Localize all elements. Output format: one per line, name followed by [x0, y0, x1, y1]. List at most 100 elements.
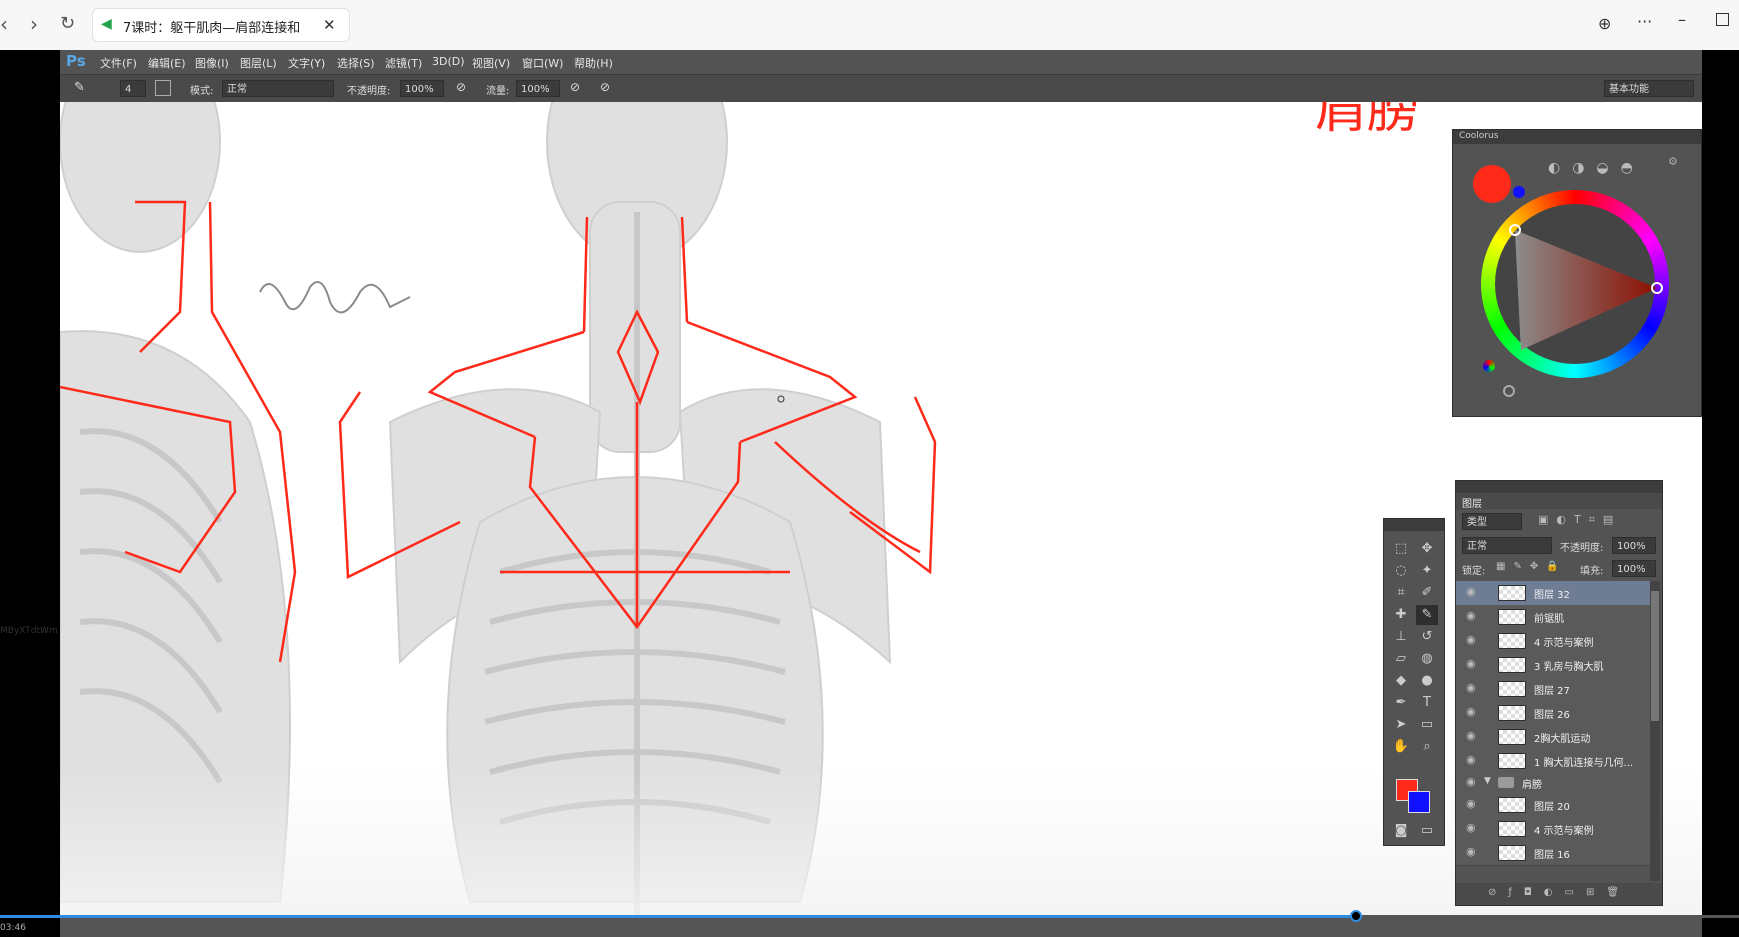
lasso-tool-icon[interactable]: ◌: [1390, 561, 1412, 581]
refresh-icon[interactable]: ↻: [60, 13, 75, 34]
type-tool-icon[interactable]: T: [1416, 693, 1438, 713]
eye-icon[interactable]: ◉: [1466, 658, 1478, 670]
eye-icon[interactable]: ◉: [1466, 798, 1478, 810]
eye-icon[interactable]: ◉: [1466, 706, 1478, 718]
chevron-left-icon[interactable]: ‹: [0, 12, 12, 36]
layer-blend-mode[interactable]: 正常: [1462, 537, 1552, 554]
quick-mask-icon[interactable]: ◙: [1390, 821, 1412, 841]
layer-row[interactable]: ◉ 图层 27: [1456, 677, 1650, 702]
menu-type[interactable]: 文字(Y): [288, 55, 325, 71]
path-select-icon[interactable]: ➤: [1390, 715, 1412, 735]
brush-tool-icon[interactable]: ✎: [74, 80, 85, 95]
gear-icon[interactable]: ⚙: [1668, 155, 1678, 168]
menu-3d[interactable]: 3D(D): [432, 55, 465, 68]
globe-icon[interactable]: ⊕: [1598, 14, 1611, 33]
dodge-tool-icon[interactable]: ●: [1416, 671, 1438, 691]
chevron-right-icon[interactable]: ›: [30, 12, 38, 36]
eye-icon[interactable]: ◉: [1466, 846, 1478, 858]
screen-mode-icon[interactable]: ▭: [1416, 821, 1438, 841]
menu-edit[interactable]: 编辑(E): [148, 55, 186, 71]
hand-tool-icon[interactable]: ✋: [1390, 737, 1412, 757]
menu-file[interactable]: 文件(F): [100, 55, 137, 71]
layer-row[interactable]: ◉ 2胸大肌运动: [1456, 725, 1650, 750]
mode-select[interactable]: 正常: [222, 80, 334, 97]
coolorus-mode-icons[interactable]: ◐◑◒◓: [1548, 160, 1668, 180]
lock-label: 锁定:: [1462, 566, 1486, 577]
eye-icon[interactable]: ◉: [1466, 776, 1478, 788]
opacity-field[interactable]: 100%: [400, 80, 444, 97]
menu-help[interactable]: 帮助(H): [574, 55, 613, 71]
speaker-icon[interactable]: ◀: [101, 17, 115, 31]
layer-row[interactable]: ◉ 图层 32: [1456, 581, 1650, 606]
restore-icon[interactable]: [1716, 13, 1729, 26]
menu-filter[interactable]: 滤镜(T): [385, 55, 422, 71]
layers-scrollbar[interactable]: [1650, 581, 1660, 881]
swatch-toggle-icon[interactable]: [1503, 385, 1515, 397]
brush-panel-icon[interactable]: [155, 80, 171, 96]
blur-tool-icon[interactable]: ◆: [1390, 671, 1412, 691]
eye-icon[interactable]: ◉: [1466, 610, 1478, 622]
layer-filter-select[interactable]: 类型: [1462, 513, 1522, 530]
menu-select[interactable]: 选择(S): [337, 55, 375, 71]
zoom-tool-icon[interactable]: ⌕: [1416, 737, 1438, 757]
lock-icons[interactable]: ▦✎✥🔒: [1496, 561, 1567, 572]
healing-brush-icon[interactable]: ✚: [1390, 605, 1412, 625]
layer-opacity-field[interactable]: 100%: [1612, 537, 1656, 554]
eye-icon[interactable]: ◉: [1466, 634, 1478, 646]
layer-row[interactable]: ◉ 1 胸大肌连接与几何...: [1456, 749, 1650, 774]
minimize-icon[interactable]: –: [1678, 10, 1686, 29]
progress-handle[interactable]: [1350, 910, 1363, 922]
layer-actions-icons[interactable]: ⊘ƒ◘◐▭⊞🗑: [1488, 887, 1631, 898]
tools-panel: ⬚ ✥ ◌ ✦ ⌗ ✐ ✚ ✎ ⊥ ↺ ▱ ◍ ◆ ● ✒ T ➤ ▭ ✋ ⌕ …: [1383, 518, 1445, 846]
menu-image[interactable]: 图像(I): [195, 55, 229, 71]
tools-background-color[interactable]: [1408, 791, 1430, 813]
eye-icon[interactable]: ◉: [1466, 586, 1478, 598]
more-menu-button[interactable]: ···: [1637, 12, 1652, 31]
watermark-text: MByXTdtWm: [0, 626, 58, 636]
chevron-down-icon[interactable]: ▼: [1484, 776, 1491, 786]
harmony-icon[interactable]: [1483, 360, 1495, 372]
brush-tool-selected-icon[interactable]: ✎: [1416, 605, 1438, 625]
eye-icon[interactable]: ◉: [1466, 730, 1478, 742]
pen-tool-icon[interactable]: ✒: [1390, 693, 1412, 713]
menu-view[interactable]: 视图(V): [472, 55, 510, 71]
magic-wand-icon[interactable]: ✦: [1416, 561, 1438, 581]
eraser-icon[interactable]: ▱: [1390, 649, 1412, 669]
eye-icon[interactable]: ◉: [1466, 682, 1478, 694]
menu-layer[interactable]: 图层(L): [240, 55, 277, 71]
move-tool-icon[interactable]: ✥: [1416, 539, 1438, 559]
layer-row[interactable]: ◉ 图层 26: [1456, 701, 1650, 726]
marquee-tool-icon[interactable]: ⬚: [1390, 539, 1412, 559]
eye-icon[interactable]: ◉: [1466, 754, 1478, 766]
eye-icon[interactable]: ◉: [1466, 822, 1478, 834]
close-icon[interactable]: ✕: [323, 16, 336, 34]
layer-row[interactable]: ◉ 图层 20: [1456, 793, 1650, 818]
flow-field[interactable]: 100%: [516, 80, 560, 97]
color-wheel[interactable]: [1481, 190, 1669, 378]
eyedropper-icon[interactable]: ✐: [1416, 583, 1438, 603]
layer-row[interactable]: ◉ 图层 16: [1456, 841, 1650, 866]
layer-filter-icons[interactable]: ▣◐T⌗▤: [1538, 513, 1621, 527]
color-triangle[interactable]: [1481, 190, 1669, 378]
layer-row[interactable]: ◉ 4 示范与案例: [1456, 629, 1650, 654]
layers-tab[interactable]: 图层: [1456, 493, 1662, 510]
stamp-tool-icon[interactable]: ⊥: [1390, 627, 1412, 647]
workspace-select[interactable]: 基本功能: [1604, 80, 1694, 97]
brush-size-picker[interactable]: 4: [120, 80, 146, 97]
layer-group-row[interactable]: ◉ ▼ 肩膀: [1456, 773, 1650, 794]
layers-panel-topbar: [1456, 481, 1662, 493]
layer-row[interactable]: ◉ 前锯肌: [1456, 605, 1650, 630]
pressure-size-icon[interactable]: ⊘: [600, 80, 610, 94]
airbrush-icon[interactable]: ⊘: [570, 80, 580, 94]
menu-window[interactable]: 窗口(W): [522, 55, 563, 71]
browser-tab[interactable]: ◀ 7课时：躯干肌肉—肩部连接和 ✕: [92, 8, 350, 42]
layer-fill-field[interactable]: 100%: [1612, 560, 1656, 577]
layer-row[interactable]: ◉ 4 示范与案例: [1456, 817, 1650, 842]
paint-bucket-icon[interactable]: ◍: [1416, 649, 1438, 669]
layers-scroll-thumb[interactable]: [1651, 591, 1659, 721]
layer-row[interactable]: ◉ 3 乳房与胸大肌: [1456, 653, 1650, 678]
pressure-opacity-icon[interactable]: ⊘: [456, 80, 466, 94]
history-brush-icon[interactable]: ↺: [1416, 627, 1438, 647]
shape-tool-icon[interactable]: ▭: [1416, 715, 1438, 735]
crop-tool-icon[interactable]: ⌗: [1390, 583, 1412, 603]
